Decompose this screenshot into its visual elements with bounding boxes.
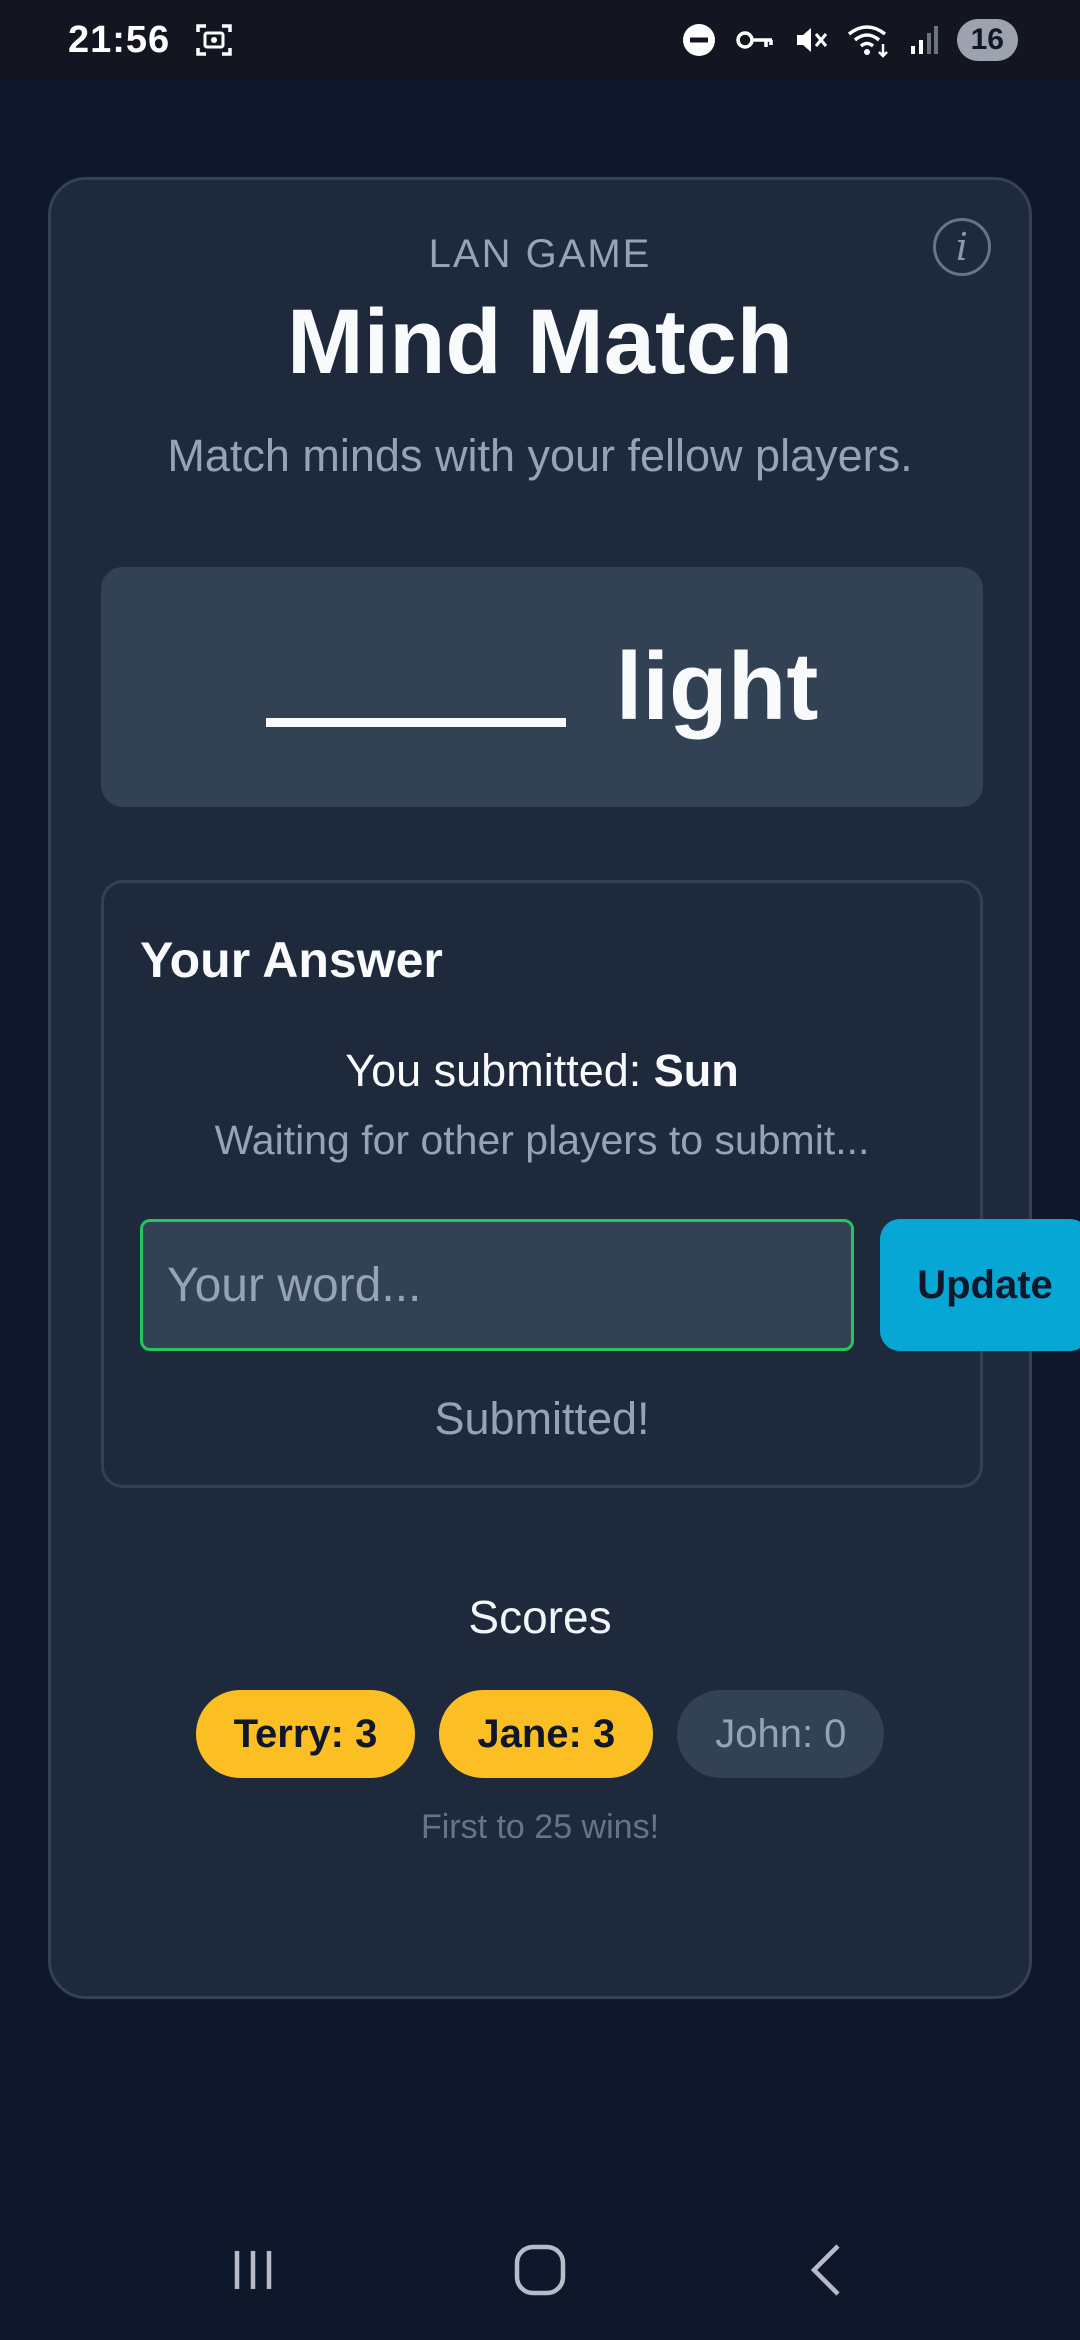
update-button[interactable]: Update xyxy=(880,1219,1080,1351)
submitted-prefix: You submitted: xyxy=(345,1045,654,1096)
battery-indicator: 16 xyxy=(956,19,1018,61)
vpn-key-icon xyxy=(735,25,775,55)
recent-apps-icon[interactable] xyxy=(213,2230,293,2310)
word-input[interactable] xyxy=(140,1219,854,1351)
submitted-line: You submitted: Sun xyxy=(104,1045,980,1097)
win-note: First to 25 wins! xyxy=(420,1808,660,1846)
score-chip-terry: Terry: 3 xyxy=(195,1690,416,1778)
page-subtitle: Match minds with your fellow players. xyxy=(167,430,913,481)
answer-section: Your Answer You submitted: Sun Waiting f… xyxy=(101,880,1080,1488)
screenshot-icon xyxy=(194,20,234,60)
nav-bar xyxy=(0,2220,1080,2320)
scores-title: Scores xyxy=(468,1591,612,1643)
score-chip-jane: Jane: 3 xyxy=(439,1690,654,1778)
signal-icon xyxy=(909,24,939,56)
waiting-text: Waiting for other players to submit... xyxy=(214,1117,870,1163)
answer-heading: Your Answer xyxy=(140,932,443,988)
scores-row: Terry: 3 Jane: 3 John: 0 xyxy=(51,1690,1029,1778)
submitted-status: Submitted! xyxy=(434,1393,650,1444)
mute-icon xyxy=(793,22,829,58)
status-bar: 21:56 16 xyxy=(0,0,1080,80)
blank-line xyxy=(265,717,566,727)
back-icon[interactable] xyxy=(787,2230,867,2310)
prompt-box: light xyxy=(101,567,983,807)
dnd-icon xyxy=(681,22,717,58)
status-time: 21:56 xyxy=(68,18,171,61)
wifi-icon xyxy=(847,22,891,58)
page-title: Mind Match xyxy=(287,291,793,393)
status-left: 21:56 xyxy=(68,19,234,62)
score-chip-john: John: 0 xyxy=(677,1690,885,1778)
status-right: 16 xyxy=(681,19,1018,61)
eyebrow-label: LAN GAME xyxy=(428,232,652,276)
game-card: i LAN GAME Mind Match Match minds with y… xyxy=(48,177,1080,1999)
submitted-word: Sun xyxy=(653,1045,739,1096)
home-icon[interactable] xyxy=(500,2230,580,2310)
prompt-word: light xyxy=(615,633,819,740)
